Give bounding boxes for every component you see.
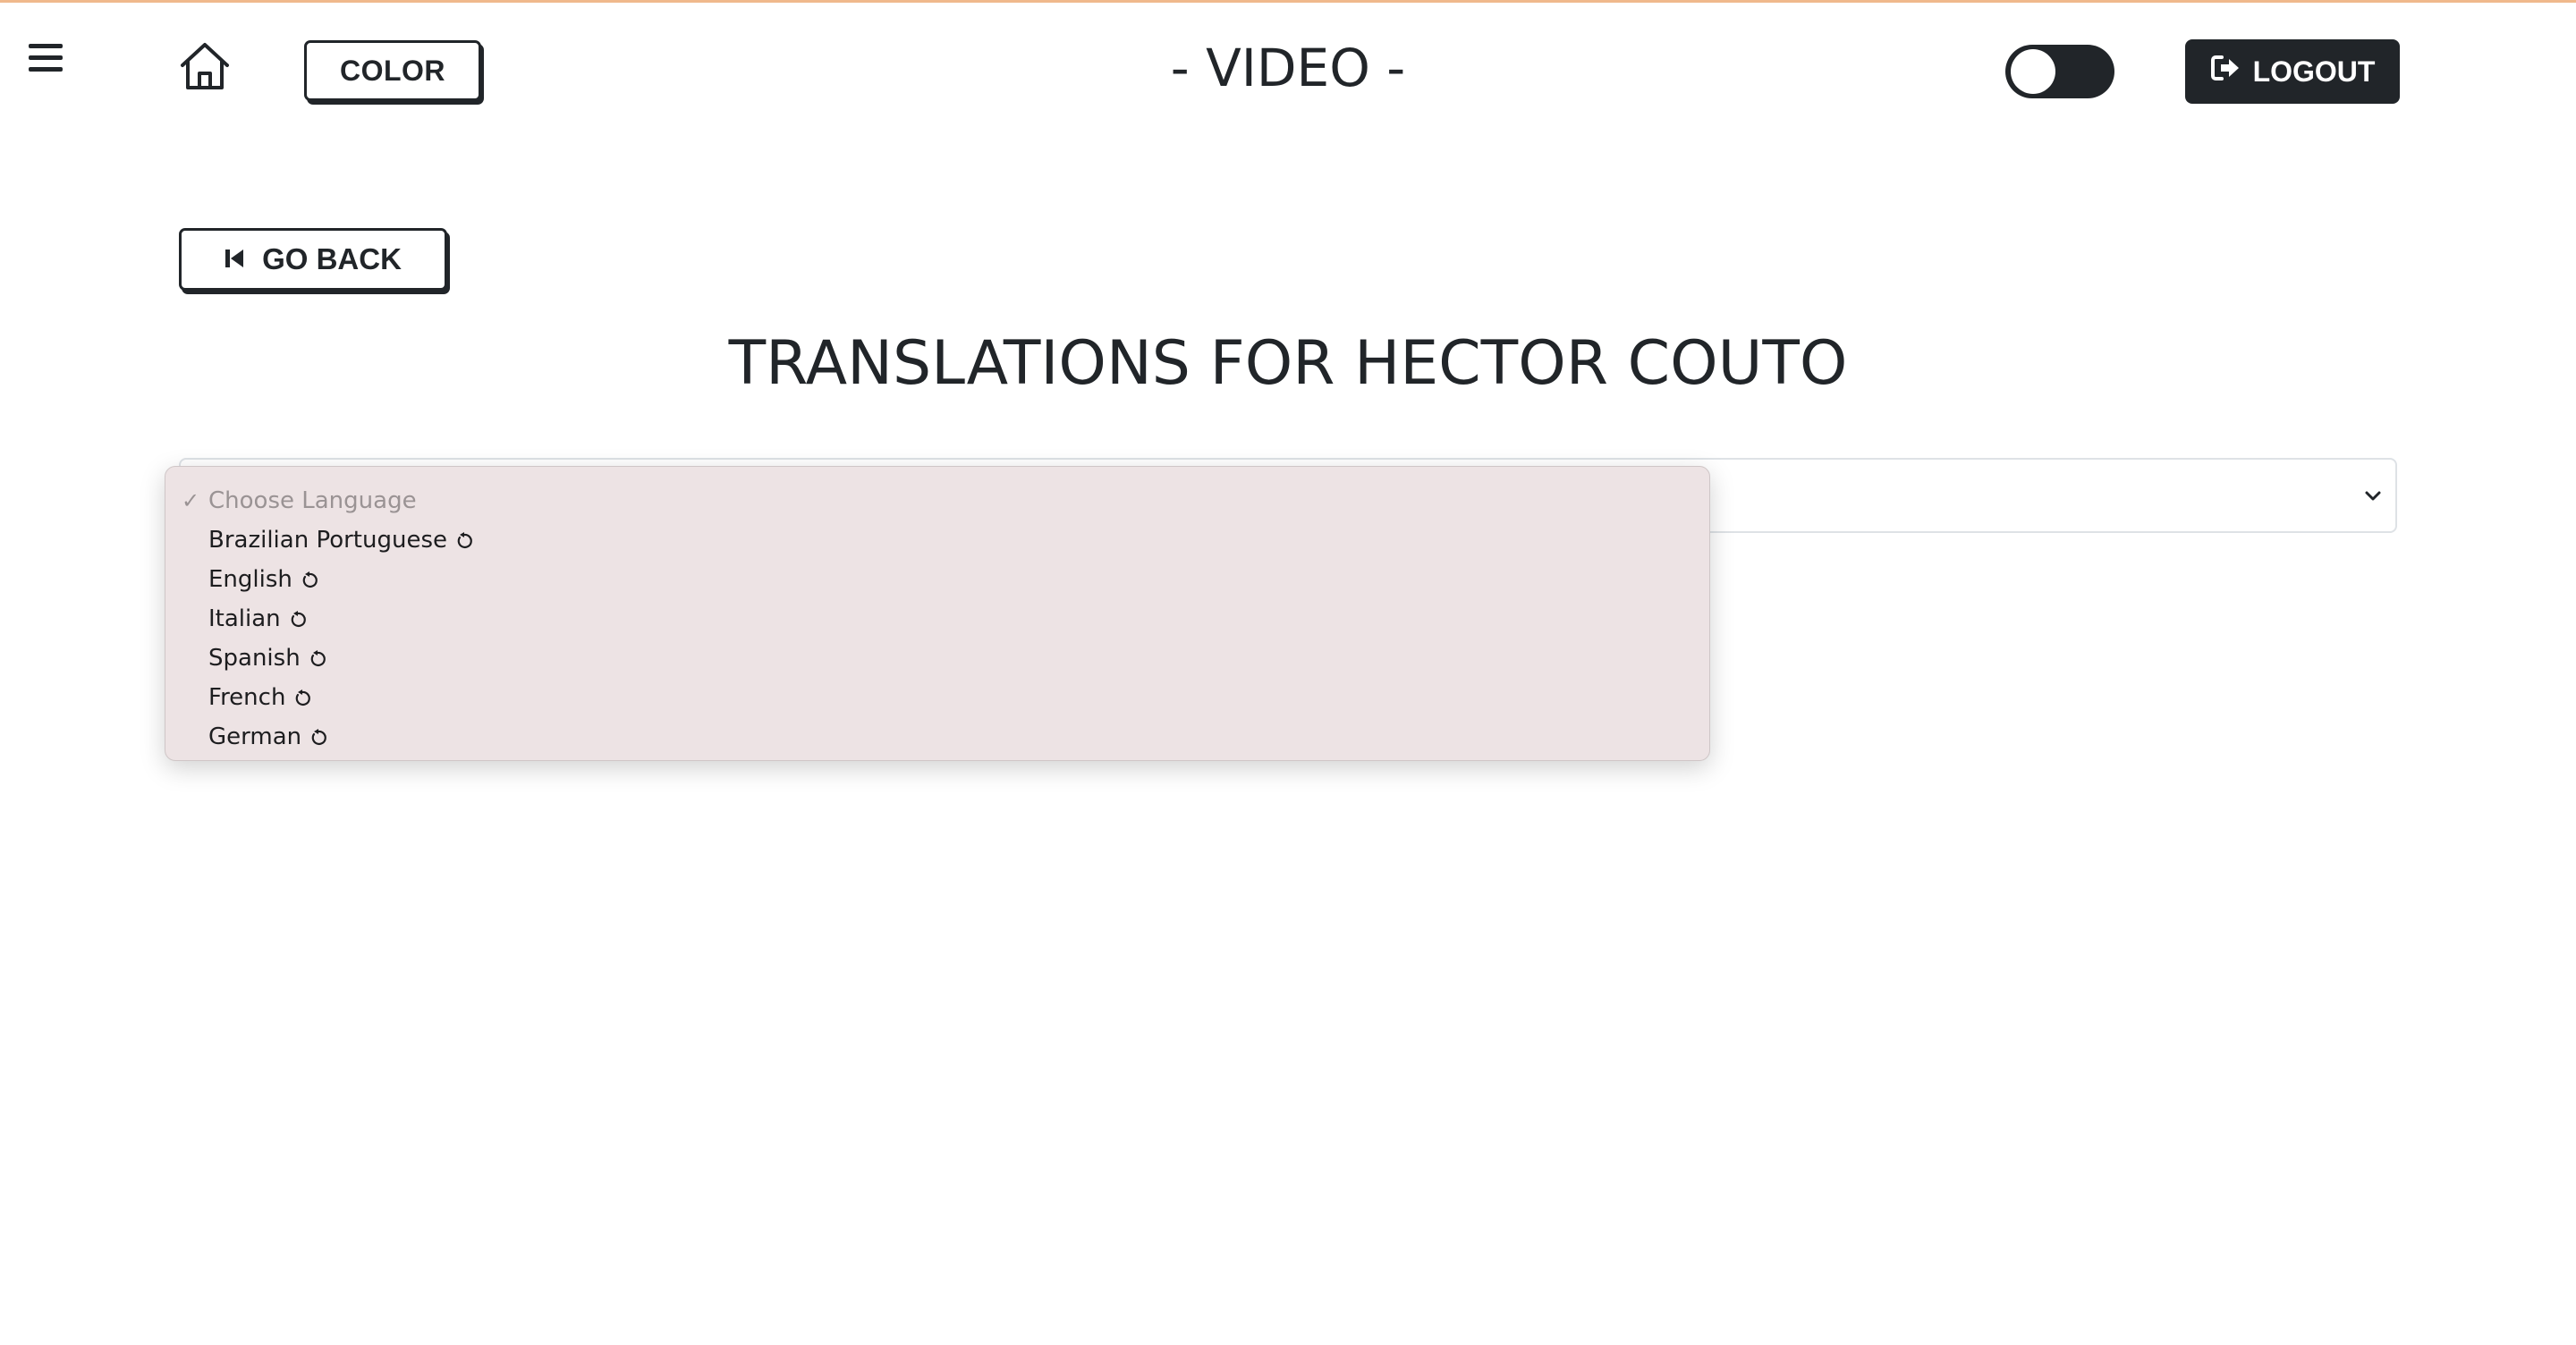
refresh-icon [308, 648, 327, 668]
go-back-label: GO BACK [262, 242, 402, 275]
theme-toggle[interactable] [2005, 45, 2114, 98]
language-option-placeholder[interactable]: ✓ Choose Language [165, 481, 1709, 520]
refresh-icon [292, 688, 312, 707]
language-option-english[interactable]: English [165, 560, 1709, 599]
logout-button[interactable]: LOGOUT [2185, 39, 2400, 104]
language-option-italian[interactable]: Italian [165, 599, 1709, 639]
page-heading: TRANSLATIONS FOR HECTOR COUTO [728, 328, 1848, 399]
top-accent-rule [0, 0, 2576, 3]
toggle-knob [2011, 49, 2055, 94]
skip-back-icon [225, 242, 244, 276]
option-label: French [208, 684, 286, 711]
language-option-french[interactable]: French [165, 678, 1709, 717]
language-option-spanish[interactable]: Spanish [165, 639, 1709, 678]
refresh-icon [300, 570, 319, 589]
color-button[interactable]: COLOR [304, 40, 481, 101]
language-option-german[interactable]: German [165, 717, 1709, 757]
logout-icon [2210, 55, 2241, 89]
hamburger-menu-icon[interactable] [29, 41, 63, 75]
option-label: Spanish [208, 645, 301, 672]
option-label: Brazilian Portuguese [208, 527, 447, 554]
page-title: - VIDEO - [1170, 38, 1406, 98]
checkmark-icon: ✓ [182, 488, 200, 513]
option-label: German [208, 723, 302, 750]
go-back-button[interactable]: GO BACK [179, 228, 447, 291]
language-option-brazilian-portuguese[interactable]: Brazilian Portuguese [165, 520, 1709, 560]
chevron-down-icon [2360, 483, 2386, 510]
option-label: English [208, 566, 292, 593]
color-button-label: COLOR [339, 54, 446, 87]
option-label: Italian [208, 605, 281, 632]
refresh-icon [454, 530, 474, 550]
home-icon[interactable] [177, 39, 233, 95]
option-label: Choose Language [208, 487, 417, 514]
refresh-icon [309, 727, 328, 747]
logout-label: LOGOUT [2252, 55, 2376, 88]
language-dropdown-menu: ✓ Choose Language Brazilian Portuguese E… [165, 466, 1710, 761]
refresh-icon [288, 609, 308, 629]
